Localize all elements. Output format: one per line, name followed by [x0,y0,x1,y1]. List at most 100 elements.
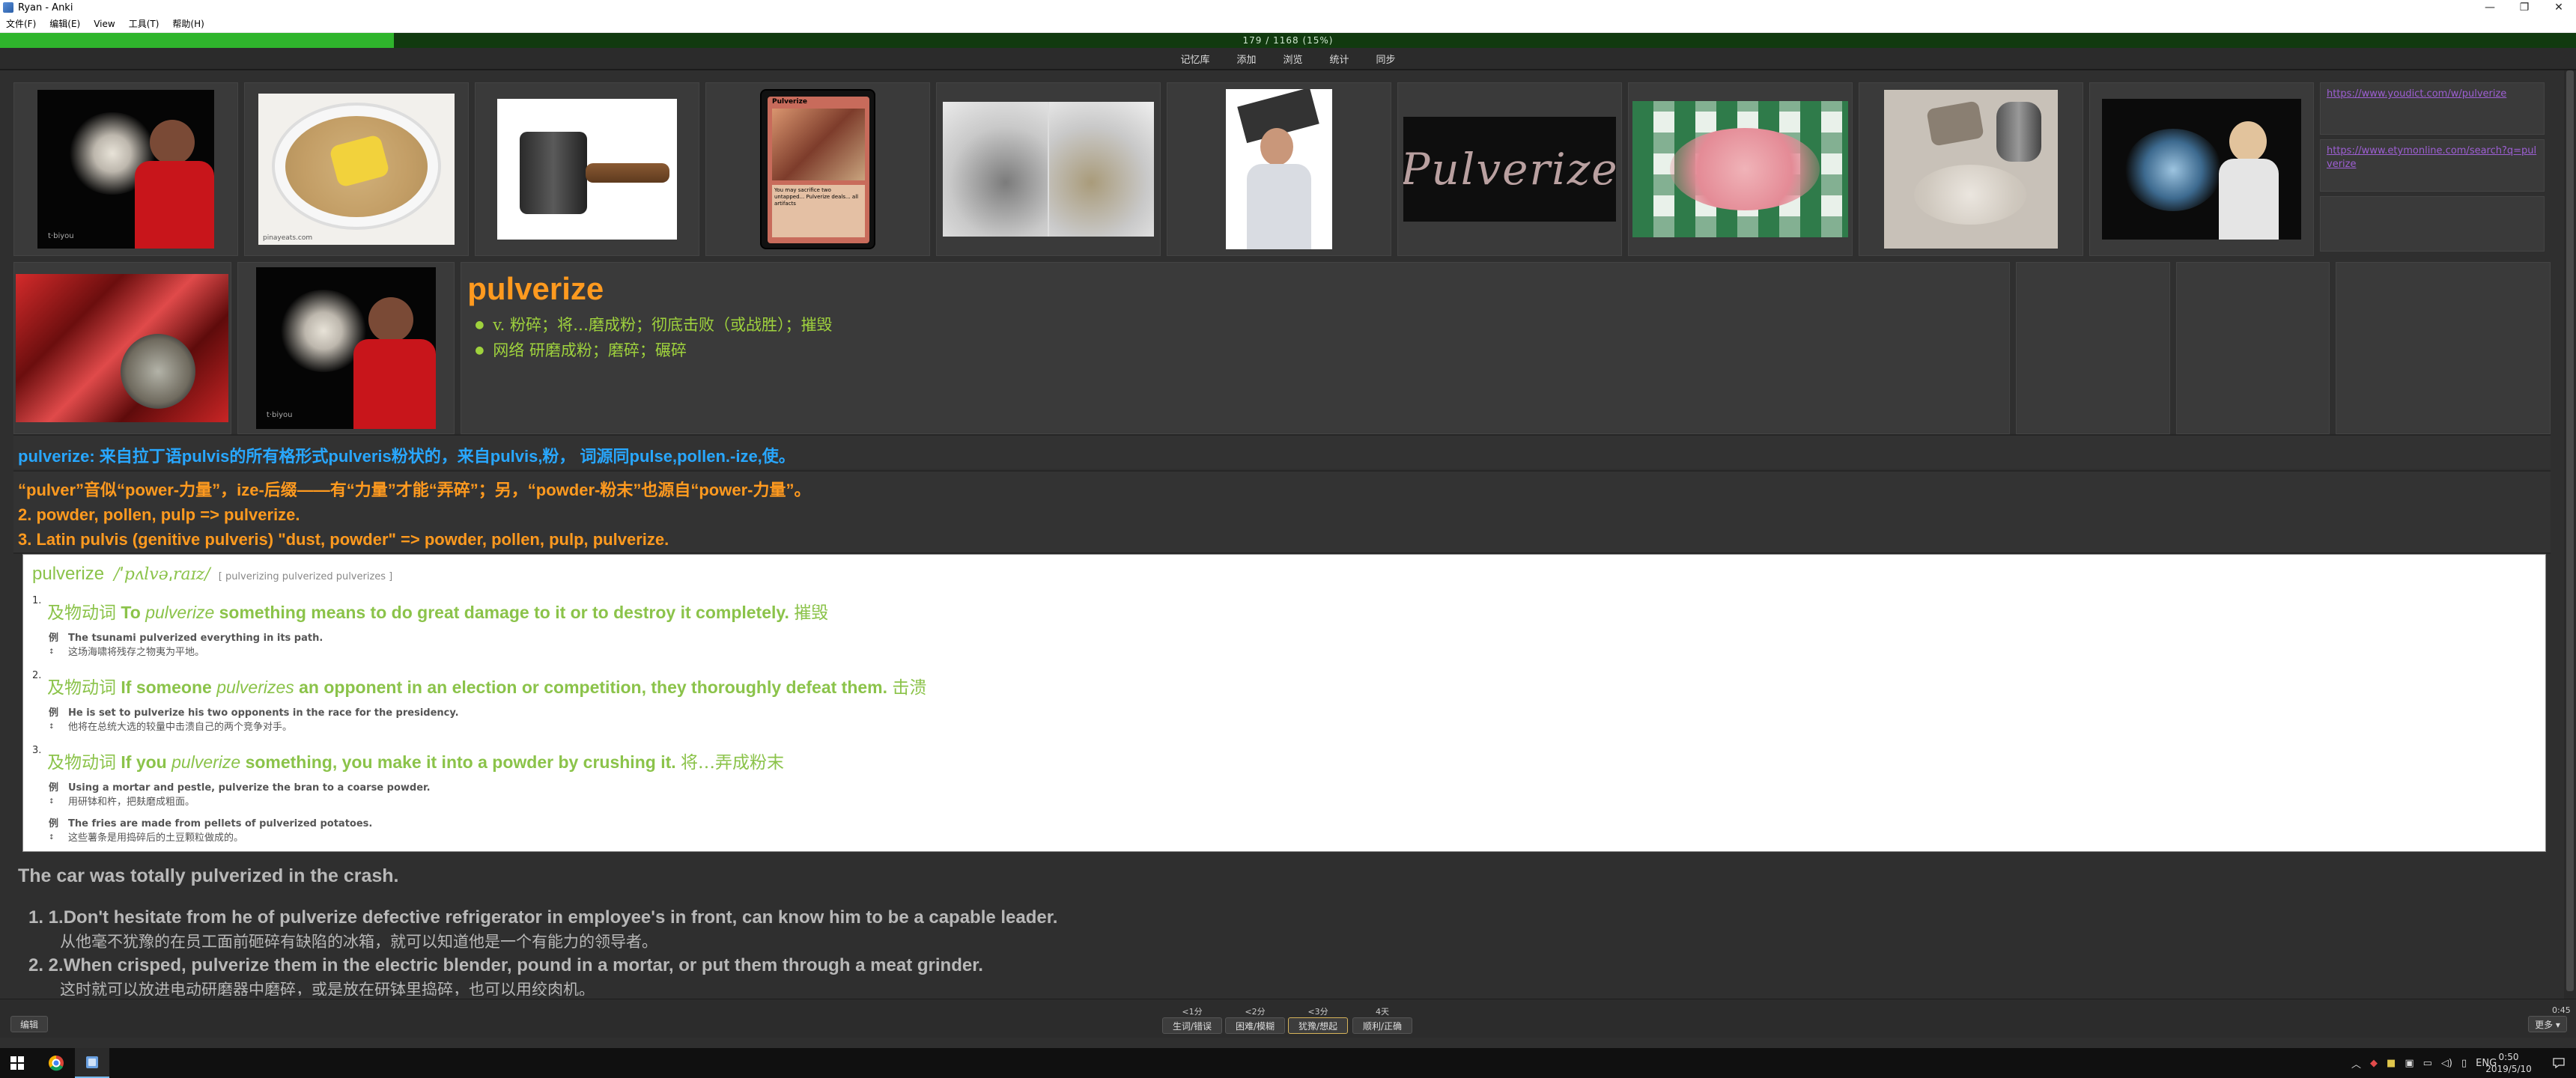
taskbar-clock[interactable]: 0:50 2019/5/10 [2479,1051,2539,1075]
powder-burst-image: t·biyou [37,90,214,249]
close-button[interactable]: ✕ [2542,0,2576,15]
mallet-image [497,99,677,240]
dict-sense: 3. 及物动词 If you pulverize something, you … [32,745,2536,845]
empty-cell [2175,262,2330,434]
tray-app-icon[interactable]: ▣ [2405,1058,2414,1069]
sense-text: an opponent in an election or competitio… [299,677,888,697]
chrome-taskbar-button[interactable] [39,1048,73,1078]
image-cell: Pulverize You may sacrifice two untapped… [705,82,930,256]
ease-easy: 4天 顺利/正确 [1352,1005,1412,1034]
network-icon[interactable]: ▭ [2423,1058,2432,1069]
toolbar-browse[interactable]: 浏览 [1283,52,1302,66]
example-bullet: ↕ [49,798,55,806]
ease-interval: <1分 [1182,1007,1203,1017]
example-label: 例 [49,633,59,644]
menu-file[interactable]: 文件(F) [0,17,43,30]
ease-hard: <2分 困难/模糊 [1225,1005,1285,1034]
image-cell: t·biyou [237,262,455,434]
image-cell [1859,82,2083,256]
mnemonic-line: “pulver”音似“power-力量”，ize-后缀——有“力量”才能“弄碎”… [18,481,811,499]
sense-translation: 将…弄成粉末 [681,753,785,773]
battery-icon[interactable]: ▯ [2461,1058,2467,1069]
reference-links: https://www.youdict.com/w/pulverize http… [2320,82,2545,256]
etymology-line: pulverize: 来自拉丁语pulvis的所有格形式pulveris粉状的，… [13,434,2551,469]
sense-pos: 及物动词 [47,753,116,773]
example-label: 例 [49,707,59,719]
good-button[interactable]: 犹豫/想起 [1288,1017,1348,1034]
image-cell [475,82,699,256]
definition-list: v. 粉碎；将…磨成粉；彻底击败（或战胜）；摧毁 网络 研磨成粉；磨碎；碾碎 [475,312,2003,363]
example-zh: 用研钵和杵，把麸磨成粗面。 [68,797,195,808]
review-progress-bar: 179 / 1168 (15%) [0,33,2576,48]
example-en: He is set to pulverize his two opponents… [68,707,459,719]
clock-date: 2019/5/10 [2485,1064,2532,1074]
image-cell: pinayeats.com [244,82,469,256]
dict-word-forms: [ pulverizing pulverized pulverizes ] [218,571,393,582]
hard-button[interactable]: 困难/模糊 [1225,1017,1285,1034]
toolbar-sync[interactable]: 同步 [1376,52,1396,66]
tray-expand-icon[interactable]: ︿ [2351,1056,2361,1071]
sense-translation: 击溃 [892,678,927,698]
dict-pronunciation: /ˈpʌlvəˌraɪz/ [114,565,210,584]
edit-button[interactable]: 编辑 [10,1016,48,1032]
ease-interval: 4天 [1376,1007,1389,1017]
toolbar-stats[interactable]: 统计 [1330,52,1349,66]
anki-taskbar-button[interactable] [75,1048,109,1078]
youdict-link[interactable]: https://www.youdict.com/w/pulverize [2320,82,2545,135]
example-sentence: The car was totally pulverized in the cr… [18,865,399,886]
notifications-button[interactable] [2542,1048,2576,1078]
image-cell [2089,82,2314,256]
notification-icon [2553,1058,2565,1069]
example-bullet: ↕ [49,648,55,656]
tray-app-icon[interactable]: ■ [2387,1058,2396,1069]
menu-edit[interactable]: 编辑(E) [43,17,88,30]
example-bullet: ↕ [49,834,55,841]
easy-button[interactable]: 顺利/正确 [1352,1017,1412,1034]
more-button[interactable]: 更多 ▾ [2528,1016,2567,1032]
sense-text: To [121,603,141,622]
smashing-impact-image [2102,99,2301,240]
crushed-candy-image [1632,101,1848,237]
maximize-button[interactable]: ❐ [2507,0,2542,15]
mortar-pestle-image [943,102,1154,237]
toolbar-decks[interactable]: 记忆库 [1180,52,1209,66]
example-zh: 这时就可以放进电动研磨器中磨碎，或是放在研钵里捣碎，也可以用绞肉机。 [60,981,595,996]
dict-sense: 1. 及物动词 To pulverize something means to … [32,595,2536,660]
image-row-2: t·biyou pulverize v. 粉碎；将…磨成粉；彻底击败（或战胜）；… [13,262,2551,434]
sense-keyword: pulverize [171,752,241,772]
powder-burst-image: t·biyou [255,267,436,429]
card-scrollbar[interactable] [2564,70,2576,999]
example-label: 例 [49,818,59,829]
example-zh: 他将在总统大选的较量中击溃自己的两个竞争对手。 [68,722,293,733]
toolbar-add[interactable]: 添加 [1236,52,1256,66]
tray-app-icon[interactable]: ◆ [2370,1058,2378,1069]
menu-tools[interactable]: 工具(T) [123,17,167,30]
empty-cell [2016,262,2170,434]
man-smashing-laptop-image [1226,89,1332,249]
volume-icon[interactable]: ◁) [2441,1058,2452,1069]
card-name: Pulverize [772,98,807,106]
dict-sense: 2. 及物动词 If someone pulverizes an opponen… [32,670,2536,734]
start-button[interactable] [0,1048,34,1078]
again-button[interactable]: 生词/错误 [1162,1017,1222,1034]
crushed-car-image [16,274,229,422]
collins-dictionary-panel: pulverize /ˈpʌlvəˌraɪz/ [ pulverizing pu… [22,554,2546,852]
review-card: t·biyou pinayeats.com Pulverize You may … [13,82,2551,996]
image-cell: Pulverize [1397,82,1622,256]
menu-view[interactable]: View [88,19,122,29]
minimize-button[interactable]: — [2473,0,2507,15]
example-zh: 从他毫不犹豫的在员工面前砸碎有缺陷的冰箱，就可以知道他是一个有能力的领导者。 [60,933,657,951]
system-tray: ︿ ◆ ■ ▣ ▭ ◁) ▯ ENG [2351,1048,2497,1078]
example: 例 The tsunami pulverized everything in i… [49,631,2536,660]
example-zh: 这场海啸将残存之物夷为平地。 [68,647,205,658]
scrollbar-thumb[interactable] [2566,70,2574,991]
answer-timer: 0:45 [2552,1005,2571,1015]
image-cell [1167,82,1391,256]
mnemonic-line: 2. powder, pollen, pulp => pulverize. [18,505,300,524]
image-cell [936,82,1161,256]
menu-help[interactable]: 帮助(H) [166,17,211,30]
etymonline-link[interactable]: https://www.etymonline.com/search?q=pulv… [2320,139,2545,192]
image-cell [1628,82,1853,256]
ease-interval: <2分 [1245,1007,1266,1017]
example: 例 He is set to pulverize his two opponen… [49,706,2536,734]
